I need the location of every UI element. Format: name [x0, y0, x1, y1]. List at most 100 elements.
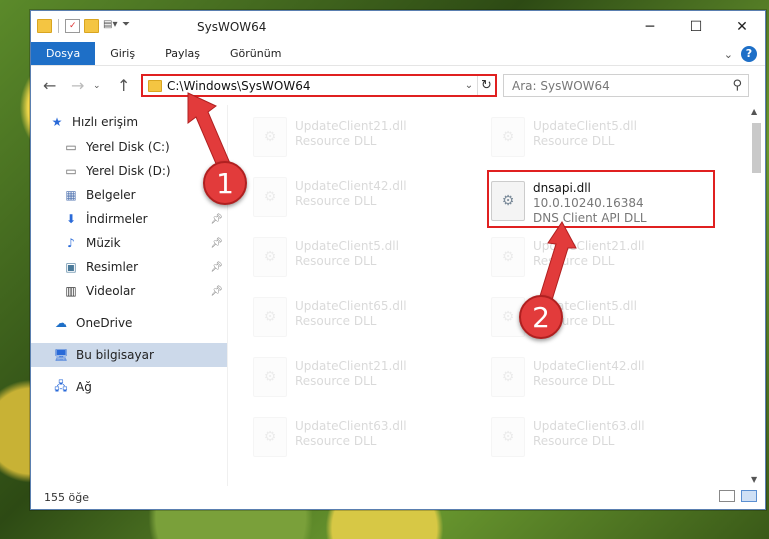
file-description: Resource DLL	[533, 374, 615, 388]
callout-2: 2	[519, 295, 563, 339]
documents-icon: ▦	[65, 188, 77, 202]
file-tile[interactable]: ⚙ UpdateClient63.dll Resource DLL	[479, 413, 679, 463]
item-count: 155 öğe	[44, 490, 89, 504]
tiles-view-icon[interactable]	[741, 490, 757, 502]
file-tile[interactable]: ⚙ UpdateClient63.dll Resource DLL	[241, 413, 441, 463]
pin-icon[interactable]: 📌︎	[210, 214, 223, 225]
file-description: Resource DLL	[533, 134, 615, 148]
sidebar-item-documents[interactable]: ▦ Belgeler	[31, 183, 227, 207]
scroll-up-icon[interactable]: ▲	[751, 107, 757, 116]
file-description: Resource DLL	[295, 134, 377, 148]
sidebar-item-label: Yerel Disk (C:)	[86, 140, 170, 154]
callout-1: 1	[203, 161, 247, 205]
address-dropdown-icon[interactable]: ⌄	[461, 80, 477, 91]
sidebar-item-onedrive[interactable]: ☁ OneDrive	[31, 311, 227, 335]
forward-icon[interactable]: →	[71, 76, 84, 95]
file-tile[interactable]: ⚙ UpdateClient42.dll Resource DLL	[479, 353, 679, 403]
sidebar-item-disk-c[interactable]: ▭ Yerel Disk (C:)	[31, 135, 227, 159]
sidebar-item-label: Videolar	[86, 284, 136, 298]
sidebar-item-this-pc[interactable]: 🖥︎ Bu bilgisayar	[31, 343, 227, 367]
refresh-icon[interactable]: ↻	[477, 76, 495, 95]
sidebar-item-label: İndirmeler	[86, 212, 148, 226]
computer-icon: 🖥︎	[53, 348, 69, 362]
sidebar-item-pictures[interactable]: ▣ Resimler 📌︎	[31, 255, 227, 279]
dll-file-icon: ⚙	[491, 417, 525, 457]
details-view-icon[interactable]	[719, 490, 735, 502]
sidebar-item-disk-d[interactable]: ▭ Yerel Disk (D:)	[31, 159, 227, 183]
tab-view[interactable]: Görünüm	[215, 42, 296, 65]
close-button[interactable]: ✕	[719, 11, 765, 42]
expand-ribbon-icon[interactable]: ⌄	[724, 48, 733, 61]
file-name: UpdateClient21.dll	[295, 359, 407, 373]
maximize-button[interactable]: ☐	[673, 11, 719, 42]
window-controls: ─ ☐ ✕	[627, 11, 765, 42]
scrollbar-thumb[interactable]	[752, 123, 761, 173]
qa-dropdown-icon[interactable]: ⏷	[122, 19, 137, 33]
file-tile[interactable]: ⚙ UpdateClient21.dll Resource DLL	[479, 233, 679, 283]
file-tile[interactable]: ⚙ UpdateClient21.dll Resource DLL	[241, 113, 441, 163]
view-switcher	[719, 490, 757, 502]
sidebar-item-label: Müzik	[86, 236, 121, 250]
tab-home[interactable]: Giriş	[95, 42, 150, 65]
address-bar[interactable]: C:\Windows\SysWOW64 ⌄ ↻	[141, 74, 497, 97]
dll-file-icon: ⚙	[253, 177, 287, 217]
star-icon: ★	[51, 115, 63, 129]
recent-dropdown-icon[interactable]: ⌄	[93, 81, 101, 91]
minimize-button[interactable]: ─	[627, 11, 673, 42]
file-tile[interactable]: ⚙ UpdateClient5.dll Resource DLL	[479, 113, 679, 163]
search-input[interactable]: Ara: SysWOW64 ⚲	[503, 74, 749, 97]
sidebar-item-label: Hızlı erişim	[72, 115, 139, 129]
cloud-icon: ☁	[55, 316, 67, 330]
file-description: Resource DLL	[295, 374, 377, 388]
sidebar-item-label: Resimler	[86, 260, 139, 274]
vertical-scrollbar[interactable]: ▲ ▼	[749, 105, 763, 486]
explorer-window: ✓ ▤▾ ⏷ SysWOW64 ─ ☐ ✕ Dosya Giriş Paylaş…	[30, 10, 766, 510]
scroll-down-icon[interactable]: ▼	[751, 475, 757, 484]
sidebar-item-network[interactable]: 🖧︎ Ağ	[31, 375, 227, 399]
ribbon-right: ⌄ ?	[724, 46, 757, 62]
sidebar-item-videos[interactable]: ▥ Videolar 📌︎	[31, 279, 227, 303]
customize-icon[interactable]: ▤▾	[103, 19, 118, 33]
back-icon[interactable]: ←	[43, 76, 56, 95]
folder-icon	[37, 19, 52, 33]
navigation-pane: ★ Hızlı erişim ▭ Yerel Disk (C:) ▭ Yerel…	[31, 105, 227, 486]
properties-icon[interactable]: ✓	[65, 19, 80, 33]
pin-icon[interactable]: 📌︎	[210, 262, 223, 273]
search-icon[interactable]: ⚲	[732, 78, 742, 93]
up-icon[interactable]: ↑	[117, 76, 130, 95]
sidebar-item-label: Bu bilgisayar	[76, 348, 154, 362]
file-tile[interactable]: ⚙ UpdateClient5.dll Resource DLL	[241, 233, 441, 283]
file-name: UpdateClient5.dll	[533, 119, 637, 133]
file-tile[interactable]: ⚙ UpdateClient65.dll Resource DLL	[241, 293, 441, 343]
pin-icon[interactable]: 📌︎	[210, 238, 223, 249]
file-tile[interactable]: ⚙ UpdateClient5.dll Resource DLL	[479, 293, 679, 343]
file-description: Resource DLL	[295, 434, 377, 448]
sidebar-item-downloads[interactable]: ⬇ İndirmeler 📌︎	[31, 207, 227, 231]
file-tile[interactable]: ⚙ UpdateClient42.dll Resource DLL	[241, 173, 441, 223]
address-path[interactable]: C:\Windows\SysWOW64	[167, 79, 461, 93]
help-icon[interactable]: ?	[741, 46, 757, 62]
dll-file-icon: ⚙	[253, 357, 287, 397]
file-name: UpdateClient65.dll	[295, 299, 407, 313]
dll-file-icon: ⚙	[253, 417, 287, 457]
file-description: Resource DLL	[533, 254, 615, 268]
file-name: UpdateClient42.dll	[533, 359, 645, 373]
ribbon-tabs: Dosya Giriş Paylaş Görünüm ⌄ ?	[31, 42, 765, 66]
drive-icon: ▭	[65, 140, 77, 154]
dll-file-icon: ⚙	[491, 237, 525, 277]
file-name: UpdateClient5.dll	[295, 239, 399, 253]
file-name: UpdateClient63.dll	[295, 419, 407, 433]
title-bar: ✓ ▤▾ ⏷ SysWOW64 ─ ☐ ✕	[31, 11, 765, 42]
videos-icon: ▥	[65, 284, 77, 298]
dll-file-icon: ⚙	[491, 117, 525, 157]
sidebar-item-music[interactable]: ♪ Müzik 📌︎	[31, 231, 227, 255]
pin-icon[interactable]: 📌︎	[210, 286, 223, 297]
sidebar-item-quick-access[interactable]: ★ Hızlı erişim	[31, 109, 227, 135]
quick-access-toolbar: ✓ ▤▾ ⏷	[37, 19, 137, 33]
new-folder-icon[interactable]	[84, 19, 99, 33]
sidebar-item-label: Ağ	[76, 380, 92, 394]
tab-file[interactable]: Dosya	[31, 42, 96, 65]
tab-share[interactable]: Paylaş	[150, 42, 215, 65]
file-tile[interactable]: ⚙ UpdateClient21.dll Resource DLL	[241, 353, 441, 403]
file-description: Resource DLL	[295, 314, 377, 328]
